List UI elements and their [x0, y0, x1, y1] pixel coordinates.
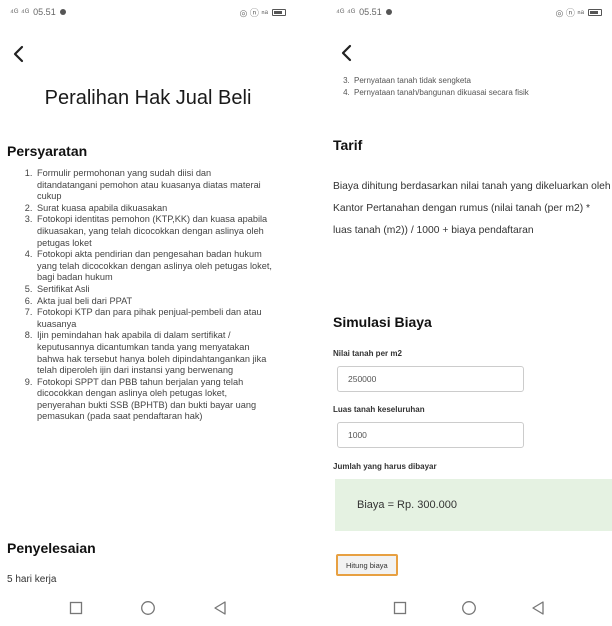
total-label: Jumlah yang harus dibayar	[333, 462, 437, 471]
list-item: Sertifikat Asli	[35, 284, 272, 296]
network-indicator: ⁴ᴳ ⁴ᴳ	[10, 7, 30, 17]
list-item: Formulir permohonan yang sudah diisi dan…	[35, 168, 272, 203]
back-arrow-icon[interactable]	[10, 44, 28, 64]
total-value: Biaya = Rp. 300.000	[357, 499, 457, 511]
status-time: 05.51	[33, 7, 56, 17]
nav-bar	[326, 596, 612, 620]
recents-icon[interactable]	[392, 600, 408, 616]
simulation-heading: Simulasi Biaya	[333, 314, 432, 330]
completion-heading: Penyelesaian	[7, 540, 96, 556]
status-bar: ⁴ᴳ ⁴ᴳ 05.51 ◎ ⓝ ⁿᵃ	[336, 4, 602, 20]
requirements-list-continued: Pernyataan tanah tidak sengketa Pernyata…	[334, 75, 604, 99]
tarif-heading: Tarif	[333, 137, 363, 153]
back-nav-icon[interactable]	[530, 600, 546, 616]
list-item: Fotokopi SPPT dan PBB tahun berjalan yan…	[35, 377, 272, 423]
back-nav-icon[interactable]	[212, 600, 228, 616]
recents-icon[interactable]	[68, 600, 84, 616]
page-title: Peralihan Hak Jual Beli	[44, 87, 252, 109]
tarif-description: Biaya dihitung berdasarkan nilai tanah y…	[333, 181, 611, 236]
land-area-input[interactable]	[337, 422, 524, 448]
notification-icon	[59, 9, 66, 15]
network-indicator: ⁴ᴳ ⁴ᴳ	[336, 7, 356, 17]
battery-icon	[588, 8, 602, 16]
nav-bar	[0, 596, 296, 620]
status-icons: ◎ ⓝ ⁿᵃ	[555, 7, 585, 18]
list-item: Fotokopi KTP dan para pihak penjual-pemb…	[35, 307, 272, 330]
status-bar: ⁴ᴳ ⁴ᴳ 05.51 ◎ ⓝ ⁿᵃ	[10, 4, 286, 20]
land-value-input[interactable]	[337, 366, 524, 392]
requirements-list: Formulir permohonan yang sudah diisi dan…	[17, 168, 272, 423]
total-result: Biaya = Rp. 300.000	[335, 479, 612, 531]
home-icon[interactable]	[140, 600, 156, 616]
land-area-label: Luas tanah keseluruhan	[333, 405, 425, 414]
left-screen: ⁴ᴳ ⁴ᴳ 05.51 ◎ ⓝ ⁿᵃ Peralihan Hak Jual Be…	[0, 0, 296, 626]
list-item: Ijin pemindahan hak apabila di dalam ser…	[35, 330, 272, 376]
list-item: Pernyataan tanah/bangunan dikuasai secar…	[352, 87, 604, 99]
back-arrow-icon[interactable]	[338, 43, 356, 63]
list-item: Fotokopi akta pendirian dan pengesahan b…	[35, 249, 272, 284]
calculate-button[interactable]: Hitung biaya	[336, 554, 398, 576]
battery-icon	[272, 8, 286, 16]
list-item: Surat kuasa apabila dikuasakan	[35, 203, 272, 215]
completion-value: 5 hari kerja	[7, 574, 57, 585]
list-item: Fotokopi identitas pemohon (KTP,KK) dan …	[35, 214, 272, 249]
list-item: Pernyataan tanah tidak sengketa	[352, 75, 604, 87]
status-icons: ◎ ⓝ ⁿᵃ	[239, 7, 269, 18]
right-screen: ⁴ᴳ ⁴ᴳ 05.51 ◎ ⓝ ⁿᵃ Pernyataan tanah tida…	[326, 0, 612, 626]
requirements-heading: Persyaratan	[7, 143, 88, 159]
status-time: 05.51	[359, 7, 382, 17]
notification-icon	[385, 9, 392, 15]
home-icon[interactable]	[461, 600, 477, 616]
list-item: Akta jual beli dari PPAT	[35, 296, 272, 308]
land-value-label: Nilai tanah per m2	[333, 349, 402, 358]
